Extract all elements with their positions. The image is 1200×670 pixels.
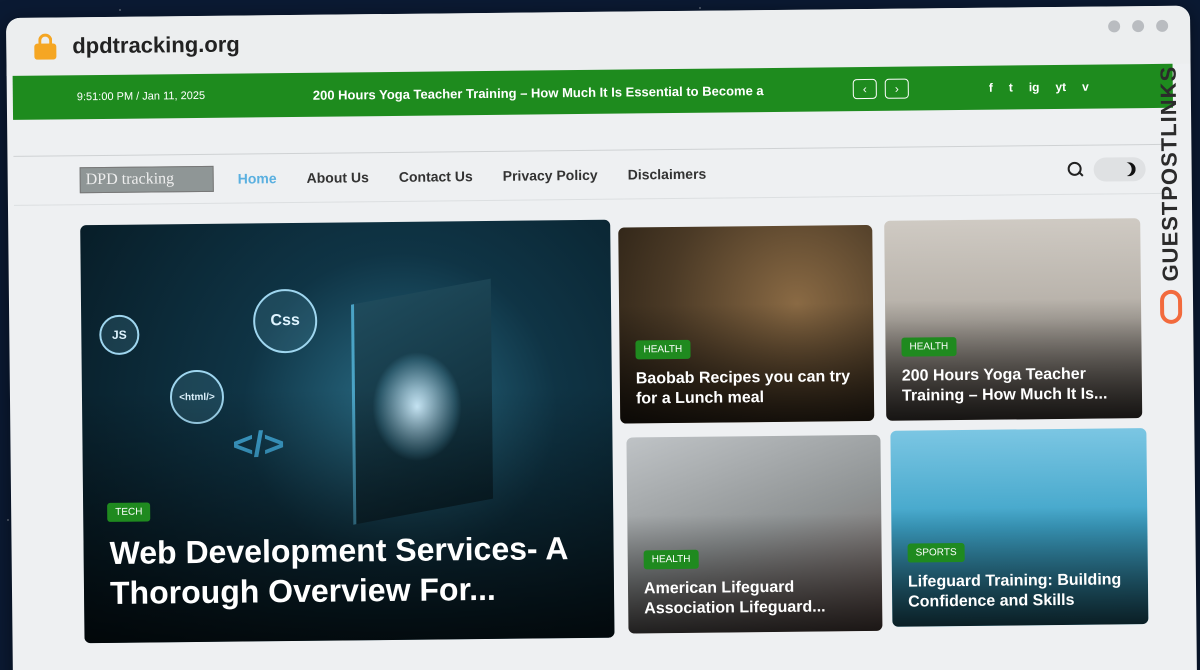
featured-post[interactable]: JS Css <html/> </> TECH Web Development … [80,219,615,644]
post-card[interactable]: HEALTH Baobab Recipes you can try for a … [618,224,875,424]
lock-icon [34,33,57,60]
chevron-right-icon[interactable]: › [884,78,909,99]
dark-mode-toggle[interactable] [1093,157,1146,182]
nav-item-home[interactable]: Home [238,170,277,186]
moon-icon [1122,162,1136,176]
post-title[interactable]: American Lifeguard Association Lifeguard… [644,577,870,619]
site-logo[interactable]: DPD tracking [79,165,214,194]
post-card[interactable]: HEALTH 200 Hours Yoga Teacher Training –… [884,218,1143,421]
post-title[interactable]: Lifeguard Training: Building Confidence … [908,570,1134,612]
instagram-icon[interactable]: ig [1029,80,1040,94]
category-badge[interactable]: TECH [107,502,151,522]
window-dot-icon[interactable] [1132,20,1145,33]
chevron-left-icon[interactable]: ‹ [852,78,877,100]
post-title[interactable]: 200 Hours Yoga Teacher Training – How Mu… [902,364,1128,406]
nav-item-about[interactable]: About Us [307,169,369,186]
news-ticker[interactable]: 200 Hours Yoga Teacher Training – How Mu… [313,82,853,103]
search-icon[interactable] [1068,162,1084,178]
datetime: 9:51:00 PM / Jan 11, 2025 [76,89,206,104]
window-dot-icon[interactable] [1156,19,1169,32]
post-card[interactable]: SPORTS Lifeguard Training: Building Conf… [890,428,1149,627]
main-nav: DPD tracking Home About Us Contact Us Pr… [13,143,1174,206]
category-badge[interactable]: HEALTH [643,549,699,570]
window-controls [1108,19,1169,33]
vimeo-icon[interactable]: v [1082,80,1089,94]
nav-item-contact[interactable]: Contact Us [399,168,473,185]
facebook-icon[interactable]: f [989,81,993,95]
browser-window: dpdtracking.org 9:51:00 PM / Jan 11, 202… [6,5,1198,670]
link-icon [1159,289,1183,324]
js-bubble: JS [99,314,140,356]
nav-item-disclaimers[interactable]: Disclaimers [628,166,707,183]
window-dot-icon[interactable] [1108,20,1121,33]
youtube-icon[interactable]: yt [1055,80,1066,94]
twitter-icon[interactable]: t [1009,80,1013,94]
guestpostlinks-watermark: GUESTPOSTLINKS [1151,66,1190,366]
ticker-controls: ‹ › [852,78,909,100]
post-title[interactable]: Web Development Services- A Thorough Ove… [109,528,580,613]
address-bar[interactable]: dpdtracking.org [72,32,240,60]
category-badge[interactable]: HEALTH [901,337,957,357]
category-badge[interactable]: SPORTS [907,542,965,563]
css-bubble: Css [252,288,318,354]
post-card[interactable]: HEALTH American Lifeguard Association Li… [626,434,883,634]
social-links: f t ig yt v [989,80,1089,95]
post-title[interactable]: Baobab Recipes you can try for a Lunch m… [636,367,862,409]
nav-item-privacy[interactable]: Privacy Policy [503,167,598,184]
category-badge[interactable]: HEALTH [635,339,691,360]
